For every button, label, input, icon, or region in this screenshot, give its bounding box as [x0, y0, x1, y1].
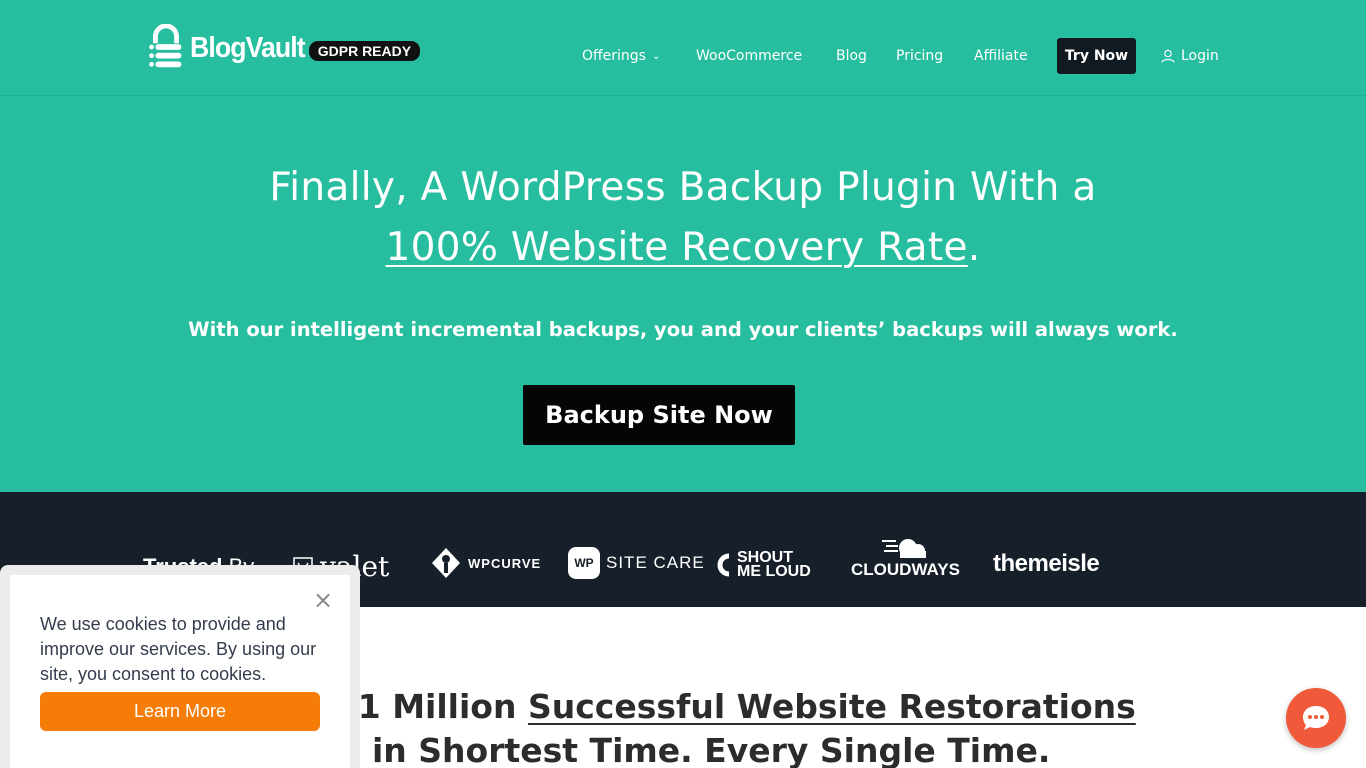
cookie-banner: × We use cookies to provide and improve … [0, 565, 360, 768]
themeisle-text: themeisle [993, 550, 1100, 577]
nav-affiliate[interactable]: Affiliate [974, 38, 1028, 74]
hero-title: Finally, A WordPress Backup Plugin With … [0, 158, 1366, 278]
wpcurve-logo: WPCURVE [430, 547, 541, 579]
chat-bubble-icon [1303, 706, 1329, 730]
shout-me-loud-text: SHOUT ME LOUD [737, 550, 811, 580]
wp-site-care-text: SITE CARE [606, 553, 705, 572]
recovery-rate-link[interactable]: 100% Website Recovery Rate [386, 225, 968, 270]
main-nav: Offerings ⌄ WooCommerce Blog Pricing Aff… [0, 38, 1366, 74]
wpcurve-icon [432, 548, 460, 578]
login-link[interactable]: Login [1161, 38, 1219, 74]
wp-site-care-logo: WP SITE CARE [568, 547, 705, 579]
nav-woocommerce[interactable]: WooCommerce [696, 38, 802, 74]
shout-me-loud-logo: SHOUT ME LOUD [711, 550, 811, 580]
cookie-banner-content: × We use cookies to provide and improve … [10, 575, 350, 768]
learn-more-button[interactable]: Learn More [40, 692, 320, 731]
shout-me-loud-icon [717, 553, 730, 577]
chat-widget-button[interactable] [1286, 688, 1346, 748]
restorations-heading-line1: r 1 Million Successful Website Restorati… [330, 687, 1136, 726]
nav-pricing[interactable]: Pricing [896, 38, 943, 74]
wp-site-care-icon: WP [568, 547, 600, 579]
wpcurve-text: WPCURVE [468, 555, 542, 571]
hero-title-line2: 100% Website Recovery Rate. [0, 218, 1366, 278]
themeisle-logo: themeisle [993, 550, 1100, 578]
cookie-message: We use cookies to provide and improve ou… [40, 614, 317, 684]
chevron-down-icon: ⌄ [651, 50, 661, 62]
me-loud-text: ME LOUD [737, 563, 811, 580]
hero-title-line1: Finally, A WordPress Backup Plugin With … [269, 165, 1097, 210]
nav-blog[interactable]: Blog [836, 38, 867, 74]
nav-offerings[interactable]: Offerings ⌄ [582, 38, 660, 74]
site-header: BlogVault GDPR READY Offerings ⌄ WooComm… [0, 0, 1366, 96]
restorations-heading-line2: in Shortest Time. Every Single Time. [372, 731, 1051, 768]
close-icon[interactable]: × [312, 588, 334, 612]
backup-site-now-button[interactable]: Backup Site Now [523, 385, 795, 445]
login-label: Login [1181, 48, 1219, 64]
successful-restorations-link[interactable]: Successful Website Restorations [528, 687, 1136, 726]
cloudways-text: CLOUDWAYS [851, 560, 960, 579]
hero-subtitle: With our intelligent incremental backups… [188, 318, 1178, 341]
user-icon [1161, 49, 1175, 63]
cloudways-logo: CLOUDWAYS [851, 534, 960, 580]
try-now-button[interactable]: Try Now [1057, 38, 1136, 74]
hero-title-period: . [967, 225, 981, 270]
nav-offerings-label: Offerings [582, 48, 646, 64]
hero-section: Finally, A WordPress Backup Plugin With … [0, 96, 1366, 492]
cloudways-icon [882, 539, 927, 558]
